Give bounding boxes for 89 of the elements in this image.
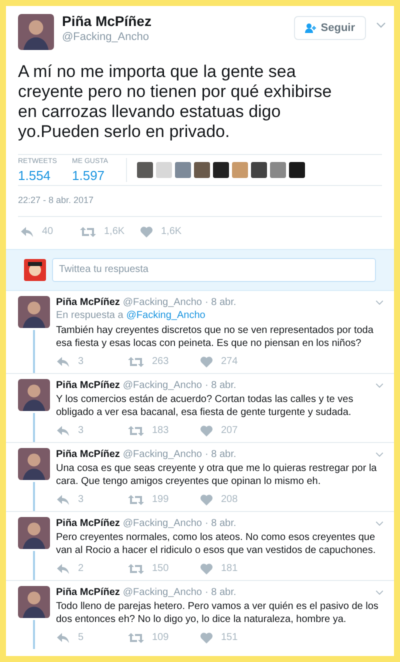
reply-icon[interactable] — [56, 424, 70, 436]
tweet-date: · 8 abr. — [205, 448, 238, 460]
reply-count: 3 — [78, 493, 84, 507]
like-count: 151 — [221, 631, 238, 645]
retweet-count: 1,6K — [104, 225, 125, 239]
chevron-icon[interactable] — [375, 520, 384, 526]
reply-icon[interactable] — [56, 562, 70, 574]
mention-link[interactable]: @Facking_Ancho — [126, 308, 206, 322]
user-name: Piña McPíñez — [56, 448, 120, 460]
user-handle: @Facking_Ancho — [122, 586, 202, 598]
avatar-icon — [18, 586, 50, 618]
liker-avatar — [251, 162, 267, 178]
reply-icon[interactable] — [20, 226, 34, 238]
chevron-icon[interactable] — [375, 452, 384, 456]
like-icon[interactable] — [200, 562, 213, 574]
avatar-icon — [24, 258, 46, 280]
avatar-icon — [18, 448, 50, 480]
reply-text: También hay creyentes discretos que no se ven representados por toda esa fiesta y esas locas con peineta. Es que no piensan en los niños? — [56, 324, 374, 350]
reply-text: Y los comercios están de acuerdo? Cortan todas las calles y te ves obligado a ver esa bacanal, esa fiesta de gente turgente y sudada. — [56, 392, 354, 418]
like-icon[interactable] — [200, 632, 213, 644]
user-name: Piña McPíñez — [56, 296, 120, 308]
like-count: 274 — [221, 355, 238, 369]
user-handle: @Facking_Ancho — [122, 378, 202, 392]
liker-avatar — [232, 162, 248, 178]
chevron-icon[interactable] — [375, 300, 384, 304]
stat-value: 1.597 — [72, 168, 106, 184]
retweet-count: 109 — [152, 631, 169, 645]
tweet-date: · 8 abr. — [205, 378, 238, 392]
retweet-icon[interactable] — [80, 226, 96, 238]
stat-value: 1.554 — [18, 168, 52, 184]
user-name: Piña McPíñez — [56, 586, 120, 598]
like-count: 207 — [221, 424, 238, 438]
user-handle: @Facking_Ancho — [122, 448, 202, 460]
like-icon[interactable] — [200, 356, 213, 368]
reply-icon[interactable] — [56, 632, 70, 644]
tweet-text: A mí no me importa que la gente sea creyente pero no tienen por qué exhibirse en carrozas llevando estatuas digo yo.Pueden serlo en privado. — [17, 61, 333, 142]
retweet-icon[interactable] — [128, 424, 144, 436]
user-name: Piña McPíñez — [56, 378, 120, 392]
like-icon[interactable] — [200, 424, 213, 436]
liker-avatar — [137, 162, 153, 178]
avatar-icon — [18, 296, 50, 328]
reply-input[interactable]: Twittea tu respuesta — [52, 258, 376, 282]
follow-button[interactable]: Seguir — [294, 16, 366, 40]
like-count: 208 — [221, 493, 238, 507]
retweet-count: 150 — [152, 562, 169, 576]
avatar-icon — [18, 14, 54, 50]
like-count: 1,6K — [161, 225, 182, 239]
reply-count: 3 — [78, 424, 84, 438]
user-name: Piña McPíñez — [62, 12, 152, 30]
tweet-date: · 8 abr. — [205, 586, 238, 598]
retweet-icon[interactable] — [128, 632, 144, 644]
retweet-icon[interactable] — [128, 494, 144, 506]
reply-count: 2 — [78, 562, 84, 576]
like-icon[interactable] — [140, 226, 153, 238]
chevron-icon[interactable] — [375, 382, 384, 388]
chevron-icon[interactable] — [376, 22, 386, 28]
liker-avatar — [175, 162, 191, 178]
retweet-count: 263 — [152, 355, 169, 369]
avatar-icon — [18, 516, 50, 548]
liker-avatar — [289, 162, 305, 178]
liker-avatar — [213, 162, 229, 178]
reply-count: 40 — [42, 225, 54, 239]
reply-count: 5 — [78, 631, 84, 645]
liker-avatar — [156, 162, 172, 178]
user-handle: @Facking_Ancho — [62, 30, 150, 44]
user-handle: @Facking_Ancho — [122, 296, 202, 308]
follow-icon — [304, 23, 317, 33]
liker-avatar — [194, 162, 210, 178]
reply-count: 3 — [78, 355, 84, 369]
reply-context: En respuesta a — [56, 308, 124, 322]
reply-icon[interactable] — [56, 356, 70, 368]
reply-icon[interactable] — [56, 494, 70, 506]
chevron-icon[interactable] — [375, 590, 384, 594]
reply-text: Todo lleno de parejas hetero. Pero vamos a ver quién es el pasivo de los dos entonces eh? No lo digo yo, lo dice la naturaleza, hombre ya. — [56, 600, 380, 626]
liker-avatar — [270, 162, 286, 178]
retweet-icon[interactable] — [128, 356, 144, 368]
retweet-icon[interactable] — [128, 562, 144, 574]
tweet-date: · 8 abr. — [205, 516, 238, 530]
like-icon[interactable] — [200, 494, 213, 506]
reply-text: Pero creyentes normales, como los ateos. No como esos creyentes que van al Rocio a hacer el ridiculo o esos que van vestidos de capuchones. — [56, 530, 377, 556]
reply-text: Una cosa es que seas creyente y otra que me lo quieras restregar por la cara. Que tengo amigos creyentes que opinan lo mismo eh. — [56, 462, 378, 488]
tweet-date: · 8 abr. — [205, 296, 238, 308]
like-count: 181 — [221, 562, 238, 576]
avatar-icon — [18, 378, 50, 410]
user-handle: @Facking_Ancho — [122, 516, 202, 530]
user-name: Piña McPíñez — [56, 516, 120, 530]
retweet-count: 199 — [152, 493, 169, 507]
timestamp: 22:27 - 8 abr. 2017 — [18, 194, 382, 216]
retweet-count: 183 — [152, 424, 169, 438]
